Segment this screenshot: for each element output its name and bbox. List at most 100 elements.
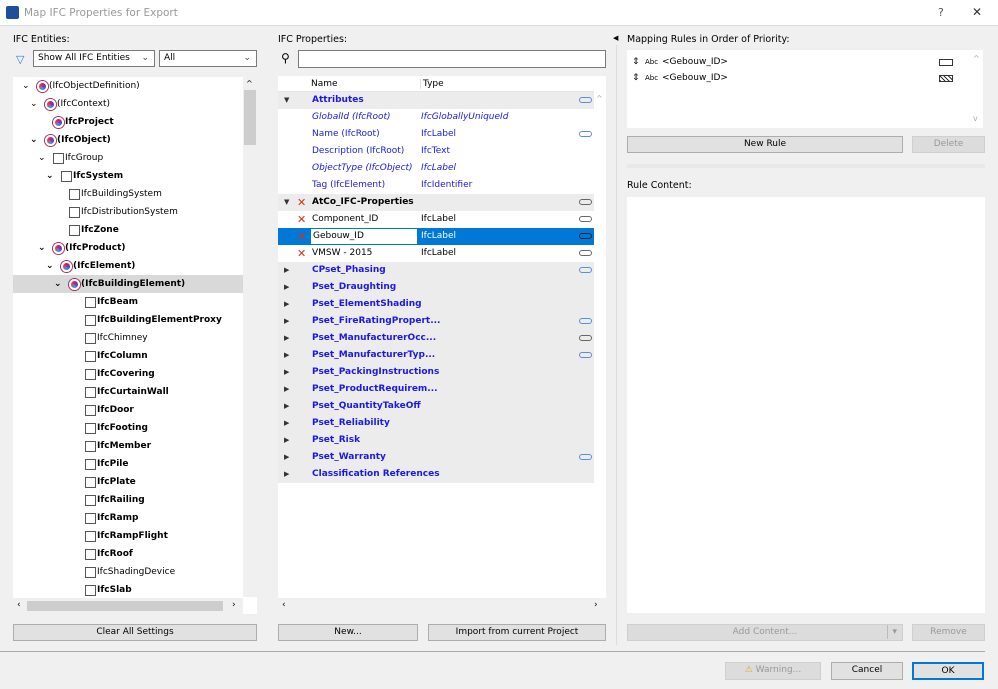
drag-handle-icon[interactable]: ⇕ bbox=[632, 70, 640, 86]
tree-horizontal-scrollbar[interactable]: ‹ › bbox=[13, 598, 243, 614]
clear-all-settings-button[interactable]: Clear All Settings bbox=[13, 624, 257, 641]
property-group-row[interactable]: ▶ Pset_QuantityTakeOff bbox=[278, 398, 594, 415]
tree-item[interactable]: IfcRampFlight bbox=[13, 527, 243, 545]
properties-horizontal-scrollbar[interactable]: ‹ › bbox=[278, 598, 606, 614]
tree-item[interactable]: IfcCurtainWall bbox=[13, 383, 243, 401]
tree-item[interactable]: IfcShadingDevice bbox=[13, 563, 243, 581]
property-group-row[interactable]: ▶ Pset_ManufacturerOcc... bbox=[278, 330, 594, 347]
scroll-up-icon[interactable]: ^ bbox=[596, 94, 603, 103]
link-icon[interactable] bbox=[579, 199, 592, 205]
expand-icon[interactable]: ▶ bbox=[284, 364, 289, 381]
scroll-down-icon[interactable]: v bbox=[973, 114, 978, 123]
property-group-row[interactable]: ▶ Pset_Reliability bbox=[278, 415, 594, 432]
tree-item[interactable]: IfcColumn bbox=[13, 347, 243, 365]
mapping-rule-item[interactable]: ⇕ Abc <Gebouw_ID> bbox=[627, 70, 967, 86]
tree-item[interactable]: ⌄ IfcGroup bbox=[13, 149, 243, 167]
tree-item[interactable]: ⌄ (IfcObject) bbox=[13, 131, 243, 149]
property-group-row[interactable]: ▶ Pset_Warranty bbox=[278, 449, 594, 466]
tree-item[interactable]: IfcBuildingElementProxy bbox=[13, 311, 243, 329]
tree-item[interactable]: IfcSlab bbox=[13, 581, 243, 599]
expand-icon[interactable]: ▶ bbox=[284, 415, 289, 432]
property-group-row[interactable]: ▼ Attributes bbox=[278, 92, 594, 109]
property-group-row[interactable]: ▶ Classification References bbox=[278, 466, 594, 483]
link-icon[interactable] bbox=[579, 318, 592, 324]
tree-item[interactable]: IfcRoof bbox=[13, 545, 243, 563]
tree-item[interactable]: IfcZone bbox=[13, 221, 243, 239]
link-icon[interactable] bbox=[579, 233, 592, 239]
collapse-icon[interactable]: ▼ bbox=[284, 194, 289, 211]
ifc-entity-tree[interactable]: ⌄ (IfcObjectDefinition) ⌄ (IfcContext) IfcPr… bbox=[13, 77, 257, 614]
chevron-down-icon[interactable]: ⌄ bbox=[46, 167, 54, 185]
delete-icon[interactable]: ✕ bbox=[297, 211, 306, 228]
property-group-row[interactable]: ▶ Pset_Risk bbox=[278, 432, 594, 449]
property-group-row[interactable]: ▶ Pset_FireRatingPropert... bbox=[278, 313, 594, 330]
chevron-down-icon[interactable]: ⌄ bbox=[38, 239, 46, 257]
drag-handle-icon[interactable]: ⇕ bbox=[632, 54, 640, 70]
scrollbar-thumb[interactable] bbox=[27, 601, 223, 611]
expand-icon[interactable]: ▶ bbox=[284, 347, 289, 364]
link-icon[interactable] bbox=[579, 267, 592, 273]
tree-item[interactable]: ⌄ (IfcObjectDefinition) bbox=[13, 77, 243, 95]
tree-vertical-scrollbar[interactable]: ^ bbox=[243, 77, 257, 597]
property-row[interactable]: Tag (IfcElement) IfcIdentifier bbox=[278, 177, 594, 194]
chevron-down-icon[interactable]: ⌄ bbox=[30, 95, 38, 113]
scroll-left-icon[interactable]: ‹ bbox=[17, 600, 21, 610]
expand-icon[interactable]: ▶ bbox=[284, 313, 289, 330]
expand-icon[interactable]: ▶ bbox=[284, 466, 289, 483]
expand-icon[interactable]: ▶ bbox=[284, 398, 289, 415]
link-icon[interactable] bbox=[579, 454, 592, 460]
chevron-down-icon[interactable]: ⌄ bbox=[22, 77, 30, 95]
mapping-rules-list[interactable]: ⇕ Abc <Gebouw_ID> ⇕ Abc <Gebouw_ID> ^ v bbox=[627, 50, 983, 128]
tree-item[interactable]: ⌄ (IfcElement) bbox=[13, 257, 243, 275]
property-group-row[interactable]: ▶ Pset_Draughting bbox=[278, 279, 594, 296]
property-row[interactable]: Name (IfcRoot) IfcLabel bbox=[278, 126, 594, 143]
import-from-project-button[interactable]: Import from current Project bbox=[428, 624, 606, 641]
tree-item[interactable]: ⌄ (IfcProduct) bbox=[13, 239, 243, 257]
scroll-left-icon[interactable]: ‹ bbox=[282, 600, 286, 610]
tree-item[interactable]: ⌄ IfcSystem bbox=[13, 167, 243, 185]
link-icon[interactable] bbox=[579, 97, 592, 103]
delete-icon[interactable]: ✕ bbox=[297, 245, 306, 262]
tree-item[interactable]: IfcProject bbox=[13, 113, 243, 131]
tree-item[interactable]: IfcDoor bbox=[13, 401, 243, 419]
property-row[interactable]: ✕ VMSW - 2015 IfcLabel bbox=[278, 245, 594, 262]
expand-icon[interactable]: ▶ bbox=[284, 296, 289, 313]
expand-icon[interactable]: ▶ bbox=[284, 330, 289, 347]
tree-item[interactable]: IfcRailing bbox=[13, 491, 243, 509]
delete-icon[interactable]: ✕ bbox=[297, 228, 306, 245]
link-icon[interactable] bbox=[579, 250, 592, 256]
scroll-right-icon[interactable]: › bbox=[594, 600, 598, 610]
property-row[interactable]: Description (IfcRoot) IfcText bbox=[278, 143, 594, 160]
cancel-button[interactable]: Cancel bbox=[831, 662, 903, 680]
expand-icon[interactable]: ▶ bbox=[284, 449, 289, 466]
expand-icon[interactable]: ▶ bbox=[284, 381, 289, 398]
tree-item[interactable]: IfcPile bbox=[13, 455, 243, 473]
entity-scope-select[interactable]: All ⌄ bbox=[159, 50, 257, 67]
rule-content-area[interactable] bbox=[627, 197, 985, 613]
entity-filter-select[interactable]: Show All IFC Entities ⌄ bbox=[33, 50, 155, 67]
tree-item[interactable]: IfcPlate bbox=[13, 473, 243, 491]
scroll-up-icon[interactable]: ^ bbox=[973, 54, 980, 63]
collapse-icon[interactable]: ▼ bbox=[284, 92, 289, 109]
tree-item[interactable]: IfcCovering bbox=[13, 365, 243, 383]
scroll-up-icon[interactable]: ^ bbox=[246, 79, 253, 88]
tree-item[interactable]: IfcRamp bbox=[13, 509, 243, 527]
collapse-panel-icon[interactable]: ◀ bbox=[613, 34, 618, 42]
help-button[interactable]: ? bbox=[938, 6, 944, 19]
tree-item[interactable]: IfcFooting bbox=[13, 419, 243, 437]
property-group-row[interactable]: ▶ Pset_PackingInstructions bbox=[278, 364, 594, 381]
ok-button[interactable]: OK bbox=[912, 662, 984, 680]
property-group-row[interactable]: ▶ Pset_ElementShading bbox=[278, 296, 594, 313]
link-icon[interactable] bbox=[579, 335, 592, 341]
tree-item[interactable]: IfcMember bbox=[13, 437, 243, 455]
delete-icon[interactable]: ✕ bbox=[297, 194, 306, 211]
tree-item[interactable]: IfcBeam bbox=[13, 293, 243, 311]
property-row[interactable]: ObjectType (IfcObject) IfcLabel bbox=[278, 160, 594, 177]
property-group-row[interactable]: ▶ Pset_ProductRequirem... bbox=[278, 381, 594, 398]
property-row[interactable]: ✕ Gebouw_ID IfcLabel bbox=[278, 228, 594, 245]
mapping-rule-item[interactable]: ⇕ Abc <Gebouw_ID> bbox=[627, 54, 967, 70]
tree-item[interactable]: IfcChimney bbox=[13, 329, 243, 347]
new-rule-button[interactable]: New Rule bbox=[627, 136, 903, 153]
chevron-down-icon[interactable]: ⌄ bbox=[30, 131, 38, 149]
chevron-down-icon[interactable]: ⌄ bbox=[38, 149, 46, 167]
